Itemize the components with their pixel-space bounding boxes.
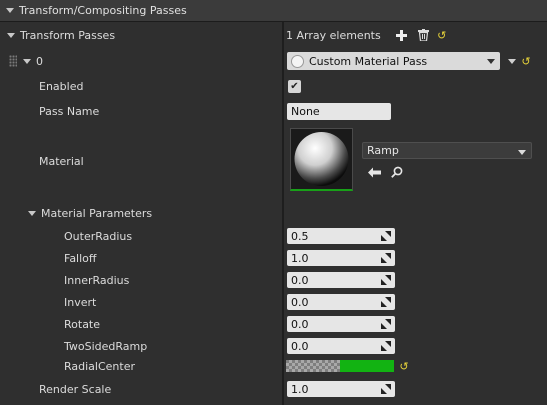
material-parameters-label: Material Parameters: [41, 206, 153, 220]
drag-spin-icon: [381, 341, 391, 351]
param-row: Invert 0.0: [0, 292, 547, 312]
use-selected-asset-button[interactable]: [366, 164, 382, 180]
arrow-left-icon: [367, 167, 381, 177]
radial-center-label: RadialCenter: [64, 359, 136, 373]
pass-name-label: Pass Name: [39, 104, 100, 118]
magnifier-icon: [391, 166, 403, 178]
chevron-down-icon: [487, 59, 495, 64]
radial-center-color-swatch[interactable]: [286, 360, 394, 372]
param-value-input[interactable]: 0.0: [287, 294, 395, 310]
param-row: Rotate 0.0: [0, 314, 547, 334]
material-thumbnail[interactable]: [290, 128, 353, 191]
drag-spin-icon: [381, 297, 391, 307]
param-row: OuterRadius 0.5: [0, 226, 547, 246]
element-index-label: 0: [36, 54, 43, 68]
pass-type-value: Custom Material Pass: [309, 54, 428, 68]
element-reset-icon[interactable]: ↺: [518, 53, 534, 69]
delete-all-button[interactable]: [416, 27, 432, 43]
chevron-down-icon: [518, 150, 526, 155]
param-label: TwoSidedRamp: [64, 339, 148, 353]
render-scale-row: Render Scale 1.0: [0, 379, 547, 399]
render-scale-input[interactable]: 1.0: [287, 381, 395, 397]
element-options-icon[interactable]: [508, 58, 516, 64]
pass-name-value: None: [291, 104, 320, 118]
panel-header[interactable]: Transform/Compositing Passes: [0, 0, 547, 22]
trash-icon: [418, 29, 430, 41]
check-icon: ✔: [290, 80, 299, 92]
param-row: Falloff 1.0: [0, 248, 547, 268]
drag-spin-icon: [381, 275, 391, 285]
param-value: 0.5: [291, 229, 309, 243]
plus-icon: [396, 29, 408, 41]
param-value: 0.0: [291, 273, 309, 287]
add-element-button[interactable]: [394, 27, 410, 43]
panel-title: Transform/Compositing Passes: [19, 4, 187, 17]
param-value-input[interactable]: 0.0: [287, 338, 395, 354]
drag-spin-icon: [381, 319, 391, 329]
param-value: 0.0: [291, 339, 309, 353]
material-parameters-row: Material Parameters: [0, 203, 547, 223]
transform-passes-expand-icon[interactable]: [7, 32, 15, 38]
drag-spin-icon: [381, 384, 391, 394]
pass-name-input[interactable]: None: [287, 102, 391, 120]
drag-spin-icon: [381, 253, 391, 263]
radial-center-row: RadialCenter ↺: [0, 357, 547, 375]
pass-type-select[interactable]: Custom Material Pass: [287, 52, 500, 70]
transform-passes-row: Transform Passes 1 Array elements ↺: [0, 24, 547, 46]
transform-passes-label: Transform Passes: [20, 28, 116, 42]
color-fill: [340, 360, 394, 372]
enabled-checkbox[interactable]: ✔: [288, 79, 301, 93]
param-label: OuterRadius: [64, 229, 133, 243]
param-label: InnerRadius: [64, 273, 130, 287]
alpha-checker: [286, 360, 340, 372]
param-value: 0.0: [291, 295, 309, 309]
drag-spin-icon: [381, 231, 391, 241]
browse-asset-button[interactable]: [389, 164, 405, 180]
param-value-input[interactable]: 0.0: [287, 272, 395, 288]
param-row: InnerRadius 0.0: [0, 270, 547, 290]
sphere-preview-icon: [294, 132, 349, 186]
material-parameters-expand-icon[interactable]: [28, 210, 36, 216]
pass-name-row: Pass Name None: [0, 101, 547, 121]
param-label: Invert: [64, 295, 97, 309]
render-scale-label: Render Scale: [39, 382, 112, 396]
param-value: 0.0: [291, 317, 309, 331]
radial-center-reset-icon[interactable]: ↺: [396, 358, 412, 374]
element-expand-icon[interactable]: [23, 58, 31, 64]
param-value-input[interactable]: 1.0: [287, 250, 395, 266]
material-asset-select[interactable]: Ramp: [362, 142, 532, 159]
param-value-input[interactable]: 0.0: [287, 316, 395, 332]
class-icon: [291, 54, 304, 68]
param-value-input[interactable]: 0.5: [287, 228, 395, 244]
reset-to-default-icon[interactable]: ↺: [434, 27, 450, 43]
render-scale-value: 1.0: [291, 382, 309, 396]
drag-handle-icon[interactable]: [9, 55, 17, 67]
param-label: Falloff: [64, 251, 97, 265]
material-label: Material: [39, 154, 84, 168]
array-count-label: 1 Array elements: [286, 28, 381, 42]
array-element-row: 0 Custom Material Pass ↺: [0, 50, 547, 72]
enabled-row: Enabled ✔: [0, 76, 547, 96]
enabled-label: Enabled: [39, 79, 84, 93]
material-asset-value: Ramp: [367, 144, 399, 157]
material-row: Material Ramp: [0, 124, 547, 198]
param-row: TwoSidedRamp 0.0: [0, 336, 547, 356]
param-label: Rotate: [64, 317, 101, 331]
param-value: 1.0: [291, 251, 309, 265]
collapse-arrow-icon[interactable]: [6, 8, 14, 13]
